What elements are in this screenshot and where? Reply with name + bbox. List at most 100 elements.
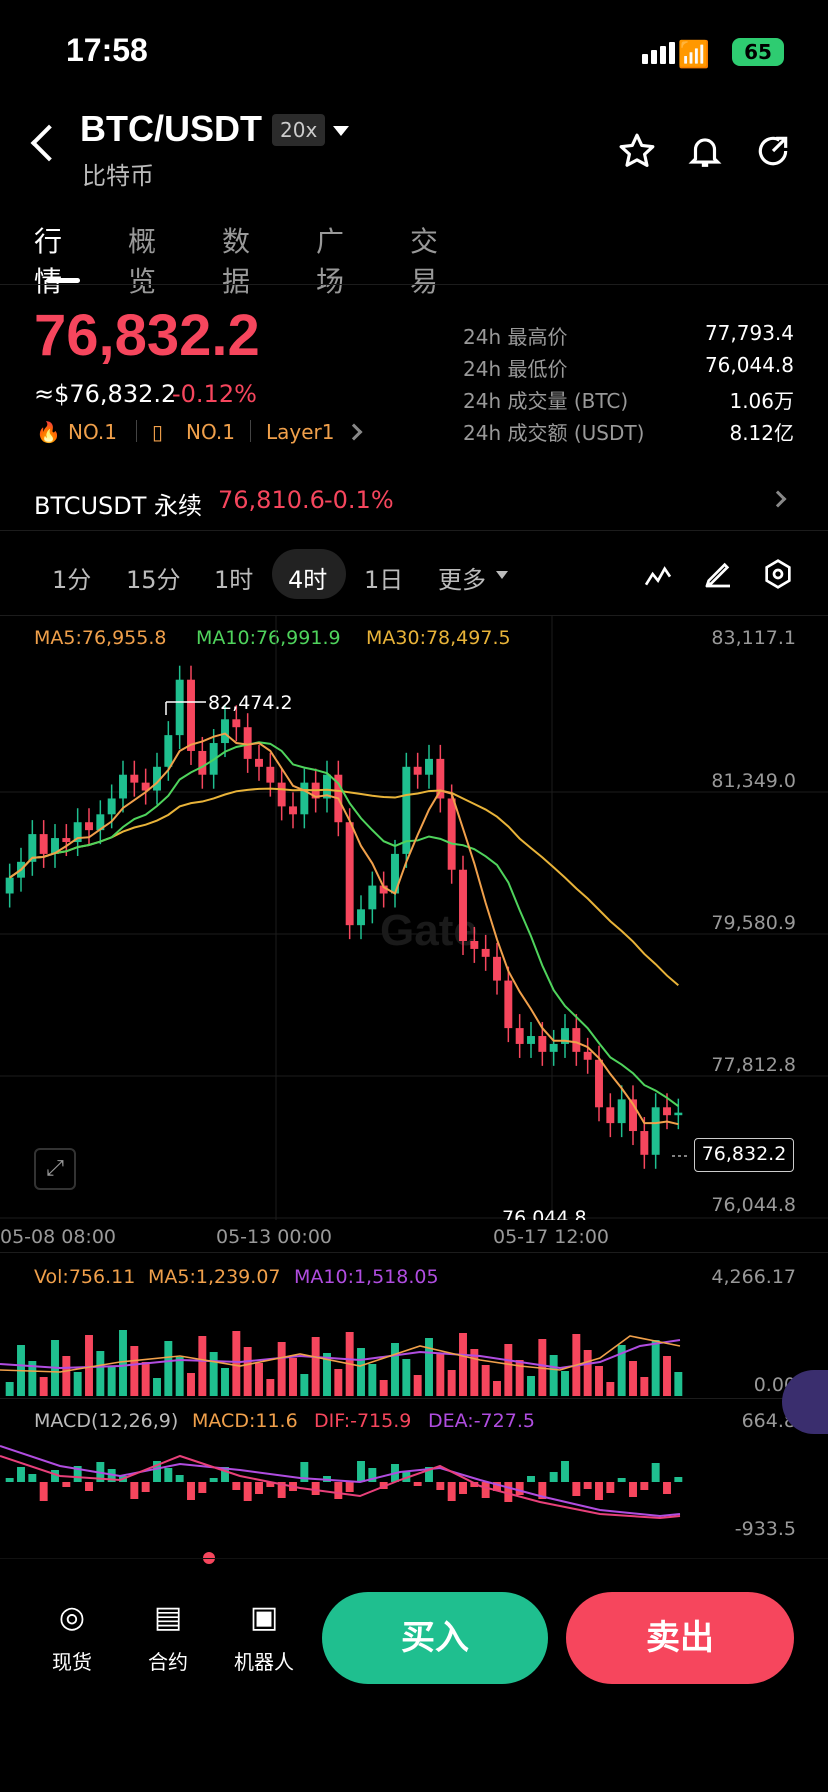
nav-spot[interactable]: 现货	[32, 1646, 112, 1675]
macd-chart	[0, 1445, 683, 1520]
bookmark-icon: ▯	[152, 420, 164, 444]
volume-bar	[39, 1377, 48, 1396]
share-icon[interactable]	[754, 132, 792, 170]
pencil-icon[interactable]	[702, 558, 734, 590]
volume-bar	[402, 1359, 411, 1396]
candle	[595, 1059, 603, 1108]
tab-trade[interactable]: 交易	[410, 220, 438, 300]
timeframe-1d[interactable]: 1日	[364, 560, 403, 595]
candle	[413, 766, 422, 775]
rank-tag[interactable]: NO.1	[186, 420, 235, 444]
timeframe-4h[interactable]: 4时	[288, 560, 327, 595]
perp-name[interactable]: BTCUSDT 永续	[34, 486, 202, 521]
fullscreen-icon[interactable]: ⤢	[34, 1148, 76, 1190]
buy-button[interactable]: 买入	[322, 1592, 548, 1684]
candlestick-chart[interactable]: Gate 82,474.2 76,044.8	[0, 615, 828, 1220]
volume-bar	[583, 1350, 592, 1396]
macd-bar	[39, 1482, 48, 1501]
stat-label: 24h 最低价	[463, 357, 568, 381]
macd-bar	[617, 1478, 626, 1482]
battery-icon: 65	[732, 38, 784, 66]
nav-contract[interactable]: 合约	[128, 1646, 208, 1675]
volume-bar	[266, 1379, 275, 1396]
volume-bar	[232, 1331, 241, 1396]
macd-bar	[459, 1482, 467, 1494]
candle	[663, 1107, 671, 1116]
macd-bar	[164, 1468, 173, 1482]
candle	[447, 798, 456, 870]
nav-bot[interactable]: 机器人	[224, 1646, 304, 1675]
volume-bar	[187, 1373, 195, 1396]
low-marker: 76,044.8	[502, 1207, 587, 1220]
candle	[436, 758, 445, 799]
volume-bar	[311, 1337, 320, 1396]
volume-bar	[379, 1380, 388, 1396]
chevron-down-icon[interactable]	[496, 571, 508, 579]
volume-bar	[62, 1356, 71, 1396]
star-icon[interactable]	[618, 132, 656, 170]
stat-label: 24h 成交额 (USDT)	[463, 421, 645, 445]
macd-bar	[334, 1482, 343, 1499]
candle	[187, 679, 195, 751]
rank-tag[interactable]: NO.1	[68, 420, 117, 444]
macd-bar	[481, 1482, 490, 1498]
volume-bar	[651, 1340, 660, 1396]
macd-bar	[175, 1475, 184, 1482]
volume-bar	[663, 1356, 671, 1396]
candle	[107, 798, 116, 815]
chevron-right-icon[interactable]	[345, 423, 363, 441]
tab-overview[interactable]: 概览	[128, 220, 156, 300]
candle	[674, 1112, 683, 1116]
timeframe-more[interactable]: 更多	[438, 560, 486, 595]
spot-icon[interactable]: ◎	[42, 1600, 102, 1635]
tab-market[interactable]: 行情	[34, 220, 62, 300]
category-tag[interactable]: Layer1	[266, 420, 335, 444]
robot-icon[interactable]: ▣	[234, 1600, 294, 1635]
contract-icon[interactable]: ▤	[138, 1600, 198, 1635]
settings-icon[interactable]	[762, 558, 794, 590]
candle	[300, 782, 309, 815]
vol-axis-top: 4,266.17	[711, 1266, 796, 1288]
candle	[572, 1028, 581, 1052]
candle	[459, 869, 467, 942]
chevron-right-icon[interactable]	[769, 490, 787, 508]
stat-value: 77,793.4	[704, 321, 794, 345]
tab-data[interactable]: 数据	[222, 220, 250, 300]
sell-button[interactable]: 卖出	[566, 1592, 794, 1684]
volume-bar	[277, 1342, 286, 1396]
volume-bar	[5, 1382, 14, 1396]
volume-bar	[334, 1369, 343, 1396]
divider	[0, 1252, 828, 1253]
back-icon[interactable]	[30, 124, 68, 162]
macd-bar	[209, 1478, 218, 1482]
macd-bar	[549, 1472, 558, 1482]
volume-bar	[459, 1333, 467, 1396]
price-axis-label: 83,117.1	[711, 627, 796, 649]
pair-title[interactable]: BTC/USDT	[80, 108, 262, 150]
divider	[0, 530, 828, 531]
price-axis-label: 76,044.8	[711, 1194, 796, 1216]
fire-icon: 🔥	[36, 420, 61, 444]
indicator-icon[interactable]	[642, 558, 674, 590]
macd-bar	[572, 1482, 581, 1496]
volume-bar	[209, 1352, 218, 1396]
candle	[504, 980, 513, 1029]
volume-bar	[289, 1358, 297, 1396]
timeframe-1m[interactable]: 1分	[52, 560, 91, 595]
macd-bar	[345, 1482, 354, 1492]
chevron-down-icon[interactable]	[333, 126, 349, 136]
bell-icon[interactable]	[686, 132, 724, 170]
candle	[481, 948, 490, 957]
candle	[175, 679, 184, 736]
timeframe-15m[interactable]: 15分	[126, 560, 181, 595]
candle	[651, 1107, 660, 1155]
volume-bar	[640, 1377, 649, 1396]
tab-square[interactable]: 广场	[316, 220, 344, 300]
timeframe-1h[interactable]: 1时	[214, 560, 253, 595]
perp-change: -0.1%	[324, 486, 394, 514]
macd-bar	[515, 1482, 524, 1495]
price-change: -0.12%	[172, 380, 257, 408]
volume-bar	[198, 1336, 207, 1396]
macd-title: MACD(12,26,9)	[34, 1410, 179, 1432]
macd-bar	[583, 1482, 592, 1489]
